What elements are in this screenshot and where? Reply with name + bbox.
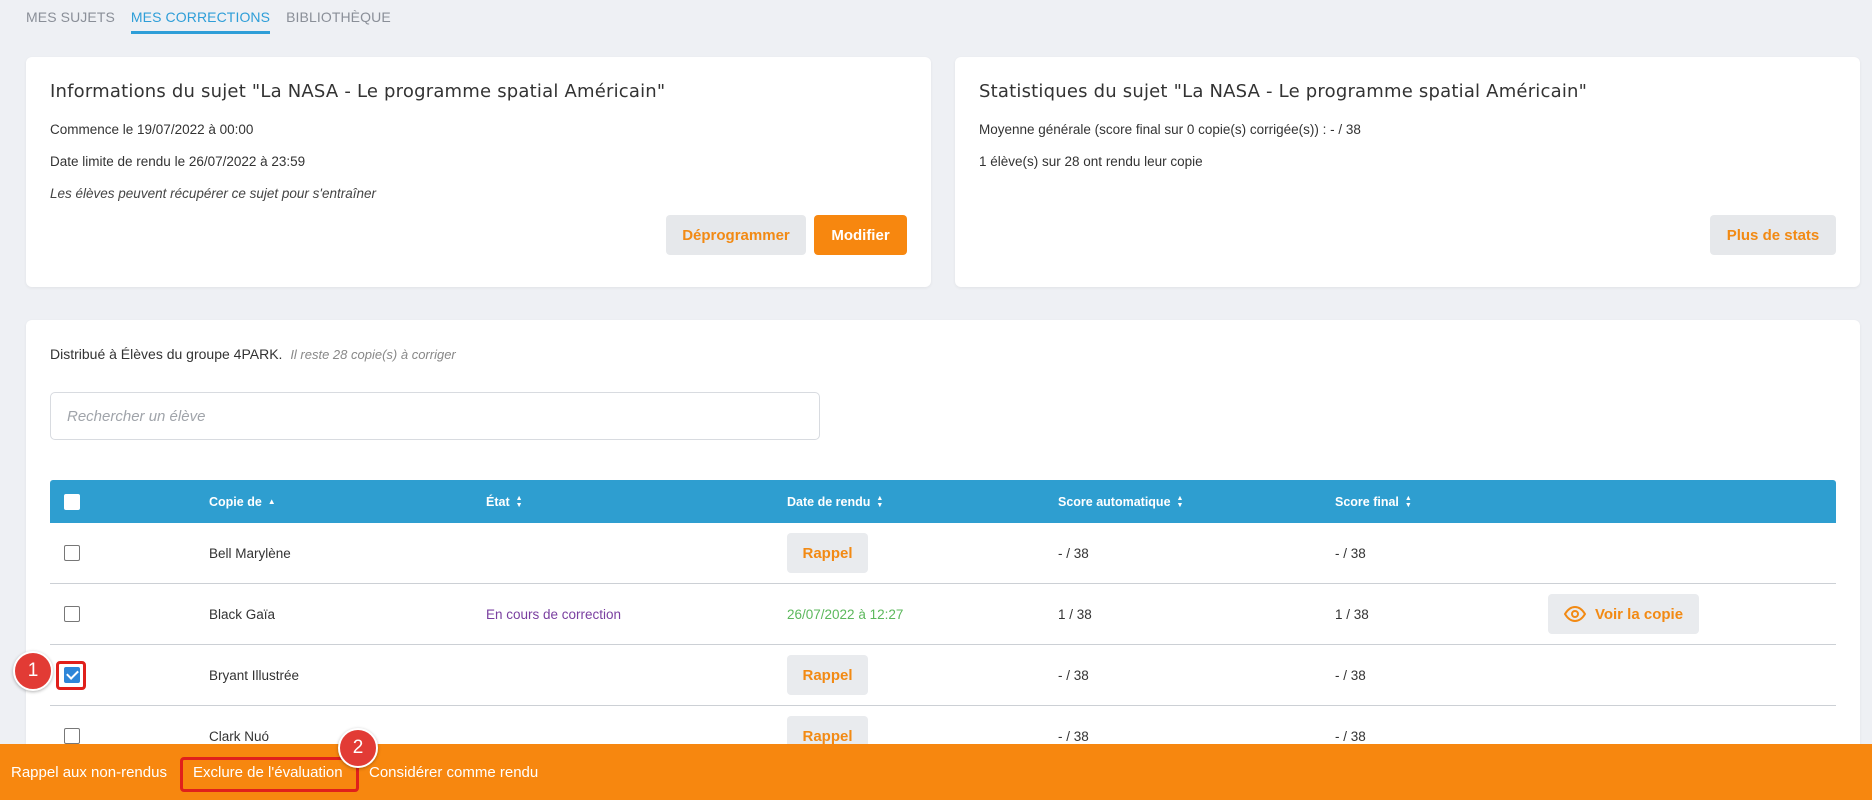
auto-score: - / 38	[1058, 545, 1089, 561]
final-score: - / 38	[1335, 667, 1366, 683]
sort-asc-icon: ▲	[267, 497, 276, 506]
table-row: Black Gaïa En cours de correction 26/07/…	[50, 584, 1836, 645]
distributed-label: Distribué à Élèves du groupe 4PARK.	[50, 346, 283, 362]
auto-score: - / 38	[1058, 667, 1089, 683]
more-stats-button[interactable]: Plus de stats	[1710, 215, 1836, 255]
sort-icon: ▲ ▼	[1404, 494, 1412, 509]
final-score: 1 / 38	[1335, 606, 1369, 622]
reminder-button[interactable]: Rappel	[787, 655, 868, 695]
student-name: Bell Marylène	[209, 545, 291, 561]
highlight-box-exclude	[180, 757, 359, 792]
tab-bar: MES SUJETS MES CORRECTIONS BIBLIOTHÈQUE	[26, 0, 391, 34]
students-table: Copie de ▲ État ▲ ▼ Date de rendu ▲ ▼ Scor…	[50, 480, 1836, 767]
final-score: - / 38	[1335, 545, 1366, 561]
start-date: Commence le 19/07/2022 à 00:00	[50, 122, 254, 137]
select-all-checkbox[interactable]	[64, 494, 80, 510]
table-row: Bell Marylène Rappel - / 38 - / 38	[50, 523, 1836, 584]
sort-icon: ▲ ▼	[515, 494, 523, 509]
eye-icon	[1563, 606, 1586, 622]
col-copy-of[interactable]: Copie de ▲	[209, 480, 276, 523]
info-title: Informations du sujet "La NASA - Le prog…	[50, 81, 666, 102]
subject-info-card: Informations du sujet "La NASA - Le prog…	[26, 57, 931, 287]
deadline: Date limite de rendu le 26/07/2022 à 23:…	[50, 154, 306, 169]
sort-icon: ▲ ▼	[876, 494, 884, 509]
col-copy-of-label: Copie de	[209, 494, 262, 509]
average-score: Moyenne générale (score final sur 0 copi…	[979, 122, 1361, 137]
submitted-count: 1 élève(s) sur 28 ont rendu leur copie	[979, 154, 1203, 169]
tab-mes-corrections[interactable]: MES CORRECTIONS	[130, 0, 271, 34]
student-name: Bryant Illustrée	[209, 667, 300, 683]
highlight-box-checkbox	[56, 661, 86, 690]
table-row: Bryant Illustrée Rappel - / 38 - / 38	[50, 645, 1836, 706]
distribution-info: Distribué à Élèves du groupe 4PARK. Il r…	[50, 346, 456, 362]
step-badge-2: 2	[338, 728, 378, 768]
remind-non-submitted-button[interactable]: Rappel aux non-rendus	[11, 744, 167, 800]
view-copy-label: Voir la copie	[1594, 605, 1684, 623]
step-badge-1: 1	[13, 651, 53, 691]
table-header: Copie de ▲ État ▲ ▼ Date de rendu ▲ ▼ Scor…	[50, 480, 1836, 523]
sort-icon: ▲ ▼	[1176, 494, 1184, 509]
row-checkbox[interactable]	[64, 606, 80, 622]
submission-date: 26/07/2022 à 12:27	[787, 606, 904, 622]
remaining-note: Il reste 28 copie(s) à corriger	[290, 347, 456, 362]
stats-title: Statistiques du sujet "La NASA - Le prog…	[979, 81, 1588, 102]
view-copy-button[interactable]: Voir la copie	[1548, 594, 1699, 634]
tab-mes-sujets[interactable]: MES SUJETS	[26, 0, 115, 34]
subject-stats-card: Statistiques du sujet "La NASA - Le prog…	[955, 57, 1860, 287]
corrections-card: Distribué à Élèves du groupe 4PARK. Il r…	[26, 320, 1860, 800]
search-student-input[interactable]	[50, 392, 820, 440]
student-name: Black Gaïa	[209, 606, 276, 622]
col-auto-score[interactable]: Score automatique ▲ ▼	[1058, 480, 1183, 523]
row-checkbox[interactable]	[64, 545, 80, 561]
col-final-score-label: Score final	[1335, 494, 1399, 509]
edit-button[interactable]: Modifier	[814, 215, 907, 255]
correction-state: En cours de correction	[486, 606, 622, 622]
col-final-score[interactable]: Score final ▲ ▼	[1335, 480, 1412, 523]
mark-as-submitted-button[interactable]: Considérer comme rendu	[369, 744, 538, 800]
unschedule-button[interactable]: Déprogrammer	[666, 215, 806, 255]
row-checkbox[interactable]	[64, 728, 80, 744]
reminder-button[interactable]: Rappel	[787, 533, 868, 573]
col-state-label: État	[486, 494, 510, 509]
tab-bibliotheque[interactable]: BIBLIOTHÈQUE	[286, 0, 391, 34]
col-date[interactable]: Date de rendu ▲ ▼	[787, 480, 883, 523]
col-date-label: Date de rendu	[787, 494, 871, 509]
col-auto-score-label: Score automatique	[1058, 494, 1171, 509]
col-state[interactable]: État ▲ ▼	[486, 480, 523, 523]
practice-note: Les élèves peuvent récupérer ce sujet po…	[50, 186, 377, 201]
auto-score: 1 / 38	[1058, 606, 1092, 622]
